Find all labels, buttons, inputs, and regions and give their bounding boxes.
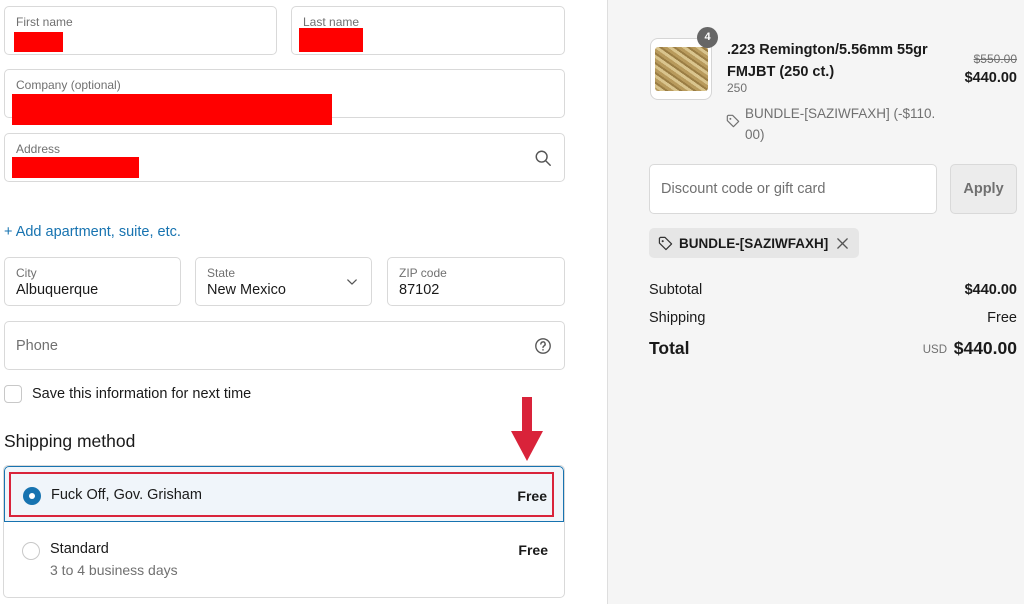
zip-field[interactable]: ZIP code 87102 (387, 257, 565, 306)
state-select[interactable]: State New Mexico (195, 257, 372, 306)
phone-placeholder: Phone (16, 338, 58, 354)
shipping-method-title: Shipping method (4, 431, 136, 451)
save-info-label: Save this information for next time (32, 386, 252, 402)
save-info-row[interactable]: Save this information for next time (4, 385, 251, 403)
currency-code: USD (922, 344, 947, 356)
original-price: $550.00 (973, 52, 1017, 66)
zip-label: ZIP code (399, 266, 447, 280)
add-apartment-link[interactable]: + Add apartment, suite, etc. (4, 224, 181, 240)
shipping-label: Shipping (649, 310, 706, 326)
product-variant: 250 (727, 81, 748, 95)
checkout-form-panel: First name Last name Company (optional) … (0, 0, 607, 604)
state-value: New Mexico (207, 282, 286, 298)
redacted-first-name (14, 32, 63, 52)
product-thumbnail (650, 38, 712, 100)
quantity-badge: 4 (697, 27, 718, 48)
applied-code-chip: BUNDLE-[SAZIWFAXH] (649, 228, 860, 258)
shipping-option-price: Free (518, 542, 548, 558)
help-icon[interactable] (534, 337, 552, 355)
city-field[interactable]: City Albuquerque (4, 257, 181, 306)
last-name-field[interactable]: Last name (291, 6, 565, 55)
total-value: $440.00 (953, 338, 1017, 358)
total-row: Total USD $440.00 (649, 338, 1017, 359)
address-label: Address (16, 142, 61, 156)
address-field[interactable]: Address (4, 133, 565, 182)
first-name-field[interactable]: First name (4, 6, 277, 55)
discount-placeholder: Discount code or gift card (661, 181, 826, 197)
search-icon (535, 150, 551, 166)
remove-code-icon[interactable] (836, 237, 849, 250)
phone-field[interactable]: Phone (4, 321, 565, 370)
shipping-option-standard[interactable]: Standard 3 to 4 business days Free (4, 522, 564, 597)
shipping-option-subtitle: 3 to 4 business days (50, 562, 178, 578)
total-label: Total (649, 338, 690, 358)
annotation-arrow-icon (511, 397, 543, 461)
subtotal-row: Subtotal $440.00 (649, 282, 1017, 298)
redacted-last-name (299, 28, 363, 52)
city-label: City (16, 266, 37, 280)
company-label: Company (optional) (16, 78, 121, 92)
discounted-price: $440.00 (964, 70, 1017, 86)
chevron-down-icon (347, 278, 357, 285)
zip-value: 87102 (399, 282, 440, 298)
apply-button[interactable]: Apply (950, 164, 1017, 214)
tag-icon (658, 236, 673, 251)
state-label: State (207, 266, 236, 280)
tag-icon (726, 114, 740, 128)
save-info-checkbox[interactable] (4, 385, 22, 403)
redacted-address (12, 157, 139, 178)
city-value: Albuquerque (16, 282, 99, 298)
shipping-option-name: Standard (50, 541, 109, 557)
shipping-row: Shipping Free (649, 310, 1017, 326)
redacted-company (12, 94, 332, 125)
first-name-label: First name (16, 15, 73, 29)
last-name-label: Last name (303, 15, 360, 29)
product-name: .223 Remington/5.56mm 55gr FMJBT (250 ct… (727, 42, 928, 80)
annotation-highlight-box (9, 472, 554, 517)
product-discount: BUNDLE-[SAZIWFAXH] (-$110.00) (745, 106, 936, 142)
applied-code: BUNDLE-[SAZIWFAXH] (679, 235, 829, 251)
product-image (655, 47, 708, 91)
radio-unselected[interactable] (22, 542, 40, 560)
discount-code-input[interactable]: Discount code or gift card (649, 164, 937, 214)
company-field[interactable]: Company (optional) (4, 69, 565, 125)
subtotal-label: Subtotal (649, 282, 703, 298)
shipping-value: Free (987, 310, 1017, 326)
subtotal-value: $440.00 (964, 282, 1017, 298)
